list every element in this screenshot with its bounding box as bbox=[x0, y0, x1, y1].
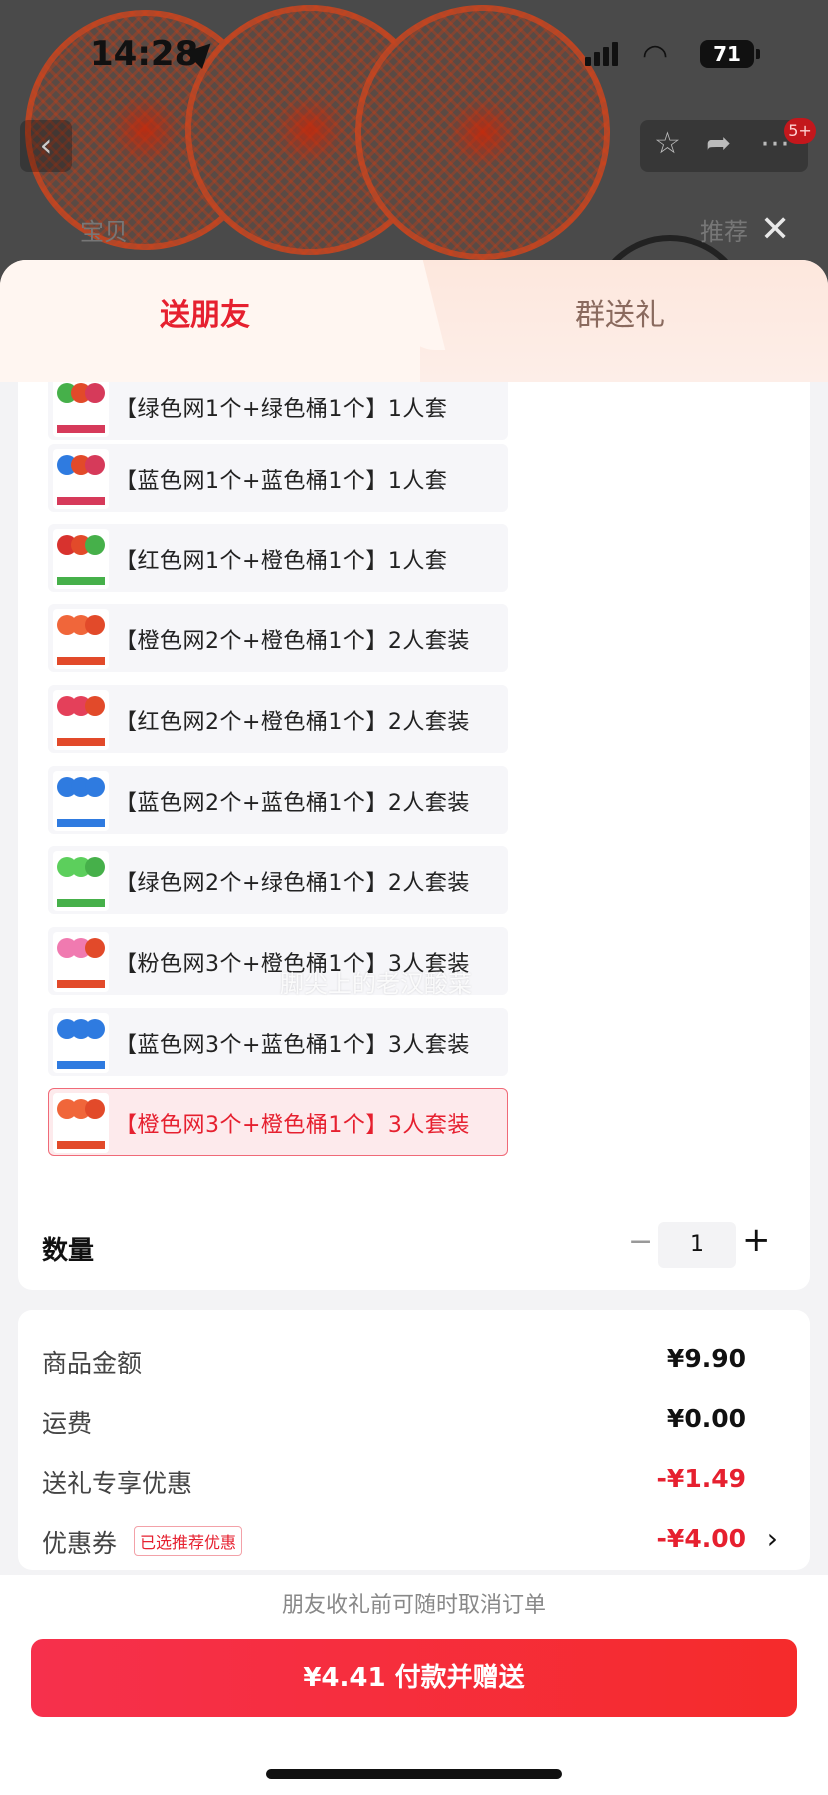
coupon-value: -¥4.00 bbox=[656, 1524, 746, 1553]
gift-discount-row: 送礼专享优惠 -¥1.49 bbox=[42, 1460, 786, 1500]
tab-group-gift[interactable]: 群送礼 bbox=[575, 290, 665, 334]
net-dot bbox=[85, 383, 105, 403]
bucket-bar bbox=[57, 425, 105, 433]
option-label: 【橙色网3个+橙色桶1个】3人套装 bbox=[115, 1113, 470, 1138]
bucket-bar bbox=[57, 577, 105, 585]
coupon-label: 优惠券 bbox=[42, 1529, 118, 1558]
watermark: 脚尖上的老汉酸菜 bbox=[280, 970, 472, 998]
net-dot bbox=[85, 777, 105, 797]
option-item[interactable]: 【红色网2个+橙色桶1个】2人套装 bbox=[48, 685, 508, 753]
tab-send-friend[interactable]: 送朋友 bbox=[160, 290, 250, 334]
gift-discount-value: -¥1.49 bbox=[656, 1464, 746, 1493]
coupon-row[interactable]: 优惠券 已选推荐优惠 -¥4.00 › bbox=[42, 1520, 786, 1560]
net-dot bbox=[85, 535, 105, 555]
option-label: 【绿色网2个+绿色桶1个】2人套装 bbox=[115, 871, 470, 896]
option-item[interactable]: 【蓝色网2个+蓝色桶1个】2人套装 bbox=[48, 766, 508, 834]
close-icon[interactable]: ✕ bbox=[760, 212, 790, 248]
option-item[interactable]: 【橙色网3个+橙色桶1个】3人套装 bbox=[48, 1088, 508, 1156]
option-label: 【红色网1个+橙色桶1个】1人套 bbox=[115, 549, 448, 574]
option-item[interactable]: 【蓝色网3个+蓝色桶1个】3人套装 bbox=[48, 1008, 508, 1076]
quantity-minus-button[interactable]: − bbox=[628, 1224, 653, 1259]
option-thumbnail bbox=[53, 382, 109, 437]
option-thumbnail bbox=[53, 449, 109, 509]
net-dot bbox=[85, 455, 105, 475]
option-thumbnail bbox=[53, 851, 109, 911]
price-summary: 商品金额 ¥9.90 运费 ¥0.00 送礼专享优惠 -¥1.49 优惠券 已选… bbox=[18, 1310, 810, 1570]
option-thumbnail bbox=[53, 529, 109, 589]
cart-badge: 5+ bbox=[784, 118, 816, 144]
option-label: 【蓝色网1个+蓝色桶1个】1人套 bbox=[115, 469, 448, 494]
option-label: 【蓝色网3个+蓝色桶1个】3人套装 bbox=[115, 1033, 470, 1058]
bucket-bar bbox=[57, 1061, 105, 1069]
gift-tabs: 送朋友 群送礼 bbox=[0, 260, 828, 382]
wifi-icon: ◠ bbox=[642, 38, 669, 73]
home-indicator bbox=[266, 1769, 562, 1779]
nav-tab-product: 宝贝 bbox=[80, 218, 128, 246]
net-dot bbox=[85, 696, 105, 716]
nav-tab-recommend: 推荐 bbox=[700, 218, 748, 246]
option-thumbnail bbox=[53, 771, 109, 831]
option-thumbnail bbox=[53, 1093, 109, 1153]
shipping-row: 运费 ¥0.00 bbox=[42, 1400, 786, 1440]
back-button[interactable]: ‹ bbox=[20, 120, 72, 172]
status-time: 14:28 bbox=[90, 34, 199, 74]
goods-amount-row: 商品金额 ¥9.90 bbox=[42, 1340, 786, 1380]
quantity-input[interactable]: 1 bbox=[658, 1222, 736, 1268]
net-dot bbox=[85, 615, 105, 635]
option-thumbnail bbox=[53, 932, 109, 992]
option-item[interactable]: 【橙色网2个+橙色桶1个】2人套装 bbox=[48, 604, 508, 672]
star-icon[interactable]: ☆ bbox=[654, 126, 681, 161]
option-label: 【橙色网2个+橙色桶1个】2人套装 bbox=[115, 629, 470, 654]
battery-icon: 71 bbox=[700, 40, 760, 68]
net-dot bbox=[85, 938, 105, 958]
gift-discount-label: 送礼专享优惠 bbox=[42, 1469, 193, 1498]
net-dot bbox=[85, 1099, 105, 1119]
options-panel: 【绿色网1个+绿色桶1个】1人套 【蓝色网1个+蓝色桶1个】1人套 【红色网1个+橙… bbox=[18, 382, 810, 1290]
option-label: 【蓝色网2个+蓝色桶1个】2人套装 bbox=[115, 791, 470, 816]
shipping-label: 运费 bbox=[42, 1409, 93, 1438]
option-thumbnail bbox=[53, 690, 109, 750]
net-dot bbox=[85, 1019, 105, 1039]
net-dot bbox=[85, 857, 105, 877]
footer: 朋友收礼前可随时取消订单 ¥4.41 付款并赠送 bbox=[0, 1575, 828, 1795]
cancel-note: 朋友收礼前可随时取消订单 bbox=[281, 1593, 546, 1618]
option-item[interactable]: 【绿色网2个+绿色桶1个】2人套装 bbox=[48, 846, 508, 914]
coupon-badge: 已选推荐优惠 bbox=[134, 1526, 243, 1556]
share-icon[interactable]: ➦ bbox=[706, 126, 731, 161]
option-thumbnail bbox=[53, 1013, 109, 1073]
bucket-bar bbox=[57, 657, 105, 665]
shipping-value: ¥0.00 bbox=[666, 1404, 746, 1433]
option-thumbnail bbox=[53, 609, 109, 669]
signal-icon bbox=[585, 42, 621, 66]
bucket-bar bbox=[57, 738, 105, 746]
chevron-right-icon[interactable]: › bbox=[767, 1522, 778, 1555]
option-label: 【绿色网1个+绿色桶1个】1人套 bbox=[115, 397, 448, 422]
option-label: 【红色网2个+橙色桶1个】2人套装 bbox=[115, 710, 470, 735]
bucket-bar bbox=[57, 899, 105, 907]
pay-and-gift-button[interactable]: ¥4.41 付款并赠送 bbox=[31, 1639, 797, 1717]
option-item[interactable]: 【蓝色网1个+蓝色桶1个】1人套 bbox=[48, 444, 508, 512]
bucket-bar bbox=[57, 980, 105, 988]
bucket-bar bbox=[57, 819, 105, 827]
goods-amount-value: ¥9.90 bbox=[666, 1344, 746, 1373]
bucket-bar bbox=[57, 497, 105, 505]
bucket-bar bbox=[57, 1141, 105, 1149]
quantity-plus-button[interactable]: + bbox=[742, 1220, 771, 1260]
gift-sheet: 送朋友 群送礼 【绿色网1个+绿色桶1个】1人套 【蓝色网1个+蓝色桶1个】1人套… bbox=[0, 260, 828, 1795]
quantity-label: 数量 bbox=[42, 1236, 95, 1266]
goods-amount-label: 商品金额 bbox=[42, 1349, 143, 1378]
option-item[interactable]: 【绿色网1个+绿色桶1个】1人套 bbox=[48, 382, 508, 440]
status-bar: 14:28 ◠ 71 bbox=[0, 0, 828, 110]
option-item[interactable]: 【红色网1个+橙色桶1个】1人套 bbox=[48, 524, 508, 592]
top-actions: ☆ ➦ ⋯ bbox=[640, 120, 808, 172]
